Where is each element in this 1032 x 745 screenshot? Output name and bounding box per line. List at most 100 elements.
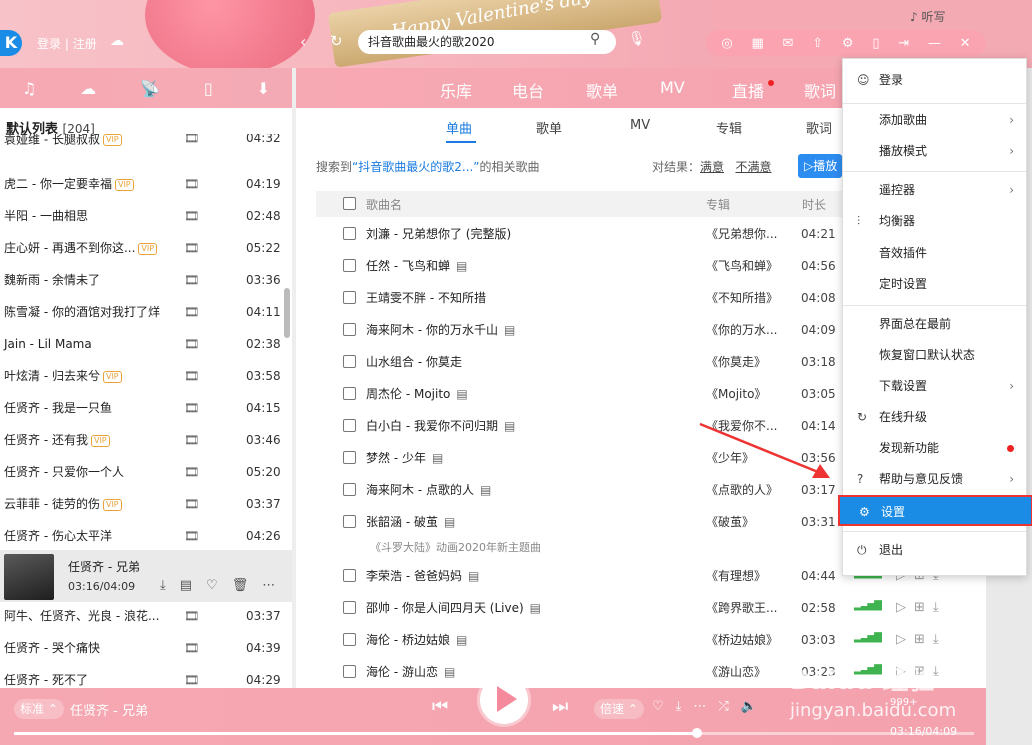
subtab-playlists[interactable]: 歌单 (536, 118, 562, 137)
previous-icon[interactable]: ⏮ (432, 696, 448, 717)
mv-icon[interactable]: ▤ (480, 483, 491, 497)
mv-icon[interactable]: 🎞 (184, 296, 199, 328)
song-album[interactable]: 《飞鸟和蝉》 (706, 250, 778, 282)
song-album[interactable]: 《跨界歌王... (706, 592, 777, 624)
more-icon[interactable]: ⋯ (693, 699, 706, 714)
tab-mv[interactable]: MV (660, 78, 685, 97)
satisfied-link[interactable]: 满意 (700, 160, 724, 174)
menu-timer[interactable]: 定时设置 (843, 269, 1026, 300)
row-checkbox[interactable] (343, 419, 356, 432)
tab-playlists[interactable]: 歌单 (586, 78, 618, 102)
table-row[interactable]: 王靖雯不胖 - 不知所措 《不知所措》 04:08 (316, 282, 876, 314)
row-checkbox[interactable] (343, 569, 356, 582)
gear-icon[interactable]: ⚙ (842, 36, 854, 51)
download-tab-icon[interactable]: ⬇ (257, 79, 270, 98)
mv-icon[interactable]: ▤ (530, 601, 541, 615)
subtab-songs[interactable]: 单曲 (446, 118, 472, 137)
mini-mode-icon[interactable]: ⇥ (898, 36, 909, 51)
radio-tab-icon[interactable]: 📡 (140, 79, 160, 98)
mv-icon[interactable]: 🎞 (184, 360, 199, 392)
mv-icon[interactable]: 🎞 (184, 200, 199, 232)
subtab-mv[interactable]: MV (630, 118, 650, 133)
row-checkbox[interactable] (343, 227, 356, 240)
list-item[interactable]: 任贤齐 - 还有我 VIP 🎞 03:46 (0, 424, 292, 456)
download-icon[interactable]: ⤓ (160, 578, 166, 593)
song-album[interactable]: 《有理想》 (706, 560, 766, 592)
target-icon[interactable]: ◎ (721, 36, 732, 51)
add-icon[interactable]: ⊞ (914, 600, 925, 615)
download-icon[interactable]: ⤓ (933, 632, 939, 647)
song-album[interactable]: 《你莫走》 (706, 346, 766, 378)
song-album[interactable]: 《破茧》 (706, 506, 754, 538)
select-all-checkbox[interactable] (343, 197, 356, 210)
menu-download-settings[interactable]: 下载设置 › (843, 371, 1026, 402)
list-item[interactable]: 任贤齐 - 伤心太平洋 🎞 04:26 (0, 520, 292, 552)
heart-icon[interactable]: ♡ (206, 578, 218, 593)
song-album[interactable]: 《Mojito》 (706, 378, 766, 410)
row-checkbox[interactable] (343, 633, 356, 646)
subtab-lyrics[interactable]: 歌词 (806, 118, 832, 137)
now-playing-row[interactable]: 任贤齐 - 兄弟 03:16/04:09 ⤓ ▤ ♡ 🗑 ⋯ (0, 550, 292, 602)
list-item[interactable]: Jain - Lil Mama 🎞 02:38 (0, 328, 292, 360)
mv-icon[interactable]: 🎞 (184, 232, 199, 264)
unsatisfied-link[interactable]: 不满意 (735, 160, 771, 174)
mv-icon[interactable]: ▤ (468, 569, 479, 583)
sound-mode-button[interactable]: 标准 ⌃ (14, 699, 64, 719)
table-row[interactable]: 山水组合 - 你莫走 《你莫走》 03:18 (316, 346, 876, 378)
minimize-icon[interactable]: — (928, 36, 941, 51)
kugou-logo[interactable]: K (0, 30, 22, 56)
mv-icon[interactable]: 🎞 (184, 168, 199, 200)
register-link[interactable]: 注册 (73, 37, 97, 51)
menu-effects[interactable]: 音效插件 (843, 238, 1026, 269)
table-row[interactable]: 周杰伦 - Mojito ▤ 《Mojito》 03:05 (316, 378, 876, 410)
menu-play-mode[interactable]: 播放模式 › (843, 136, 1026, 167)
list-item[interactable]: 虎二 - 你一定要幸福 VIP 🎞 04:19 (0, 168, 292, 200)
menu-upgrade[interactable]: ↻ 在线升级 (843, 402, 1026, 433)
table-row[interactable]: 刘濂 - 兄弟想你了 (完整版) 《兄弟想你... 04:21 (316, 218, 876, 250)
row-checkbox[interactable] (343, 291, 356, 304)
mv-icon[interactable]: 🎞 (184, 632, 199, 664)
mv-icon[interactable]: 🎞 (184, 134, 199, 144)
mv-icon[interactable]: ▤ (444, 665, 455, 679)
list-item[interactable]: 阿牛、任贤齐、光良 - 浪花... 🎞 03:37 (0, 600, 292, 632)
play-icon[interactable]: ▷ (896, 632, 906, 647)
shuffle-icon[interactable]: ⤮ (718, 699, 728, 714)
list-item[interactable]: 叶炫清 - 归去来兮 VIP 🎞 03:58 (0, 360, 292, 392)
cloud-tab-icon[interactable]: ☁ (80, 79, 96, 98)
mv-icon[interactable]: ▤ (444, 515, 455, 529)
login-register[interactable]: 登录 | 注册 (37, 35, 97, 52)
row-checkbox[interactable] (343, 323, 356, 336)
list-item[interactable]: 袁娅维 - 长腿叔叔 VIP 🎞 04:32 (0, 134, 292, 154)
song-album[interactable]: 《游山恋》 (706, 656, 766, 688)
song-album[interactable]: 《不知所措》 (706, 282, 778, 314)
download-icon[interactable]: ⤓ (933, 600, 939, 615)
result-query[interactable]: “抖音歌曲最火的歌2...” (352, 160, 480, 174)
mv-icon[interactable]: 🎞 (184, 488, 199, 520)
table-row[interactable]: 任然 - 飞鸟和蝉 ▤ 《飞鸟和蝉》 04:56 (316, 250, 876, 282)
menu-always-on-top[interactable]: 界面总在最前 (843, 309, 1026, 340)
search-input[interactable]: 抖音歌曲最火的歌2020 (358, 30, 616, 54)
list-item[interactable]: 任贤齐 - 我是一只鱼 🎞 04:15 (0, 392, 292, 424)
row-checkbox[interactable] (343, 515, 356, 528)
refresh-icon[interactable]: ↻ (330, 32, 343, 50)
delete-icon[interactable]: 🗑 (232, 578, 249, 593)
mv-icon[interactable]: 🎞 (184, 424, 199, 456)
table-row[interactable]: 李荣浩 - 爸爸妈妈 ▤ 《有理想》 04:44 (316, 560, 876, 592)
search-icon[interactable]: ⚲ (590, 31, 600, 47)
mv-icon[interactable]: 🎞 (184, 456, 199, 488)
phone-icon[interactable]: ▯ (872, 36, 879, 51)
mv-icon[interactable]: ▤ (180, 578, 192, 593)
mv-icon[interactable]: 🎞 (184, 328, 199, 360)
menu-exit[interactable]: ⏻ 退出 (843, 535, 1026, 566)
mv-icon[interactable]: 🎞 (184, 520, 199, 552)
progress-knob[interactable] (691, 728, 702, 738)
tab-library[interactable]: 乐库 (440, 78, 472, 102)
row-checkbox[interactable] (343, 483, 356, 496)
tab-live[interactable]: 直播 (732, 78, 764, 102)
song-album[interactable]: 《你的万水... (706, 314, 777, 346)
table-row[interactable]: 海伦 - 桥边姑娘 ▤ 《桥边姑娘》 03:03 (316, 624, 876, 656)
more-icon[interactable]: ⋯ (262, 578, 275, 593)
list-item[interactable]: 半阳 - 一曲相思 🎞 02:48 (0, 200, 292, 232)
cloud-icon[interactable]: ☁ (110, 33, 124, 49)
song-album[interactable]: 《兄弟想你... (706, 218, 777, 250)
